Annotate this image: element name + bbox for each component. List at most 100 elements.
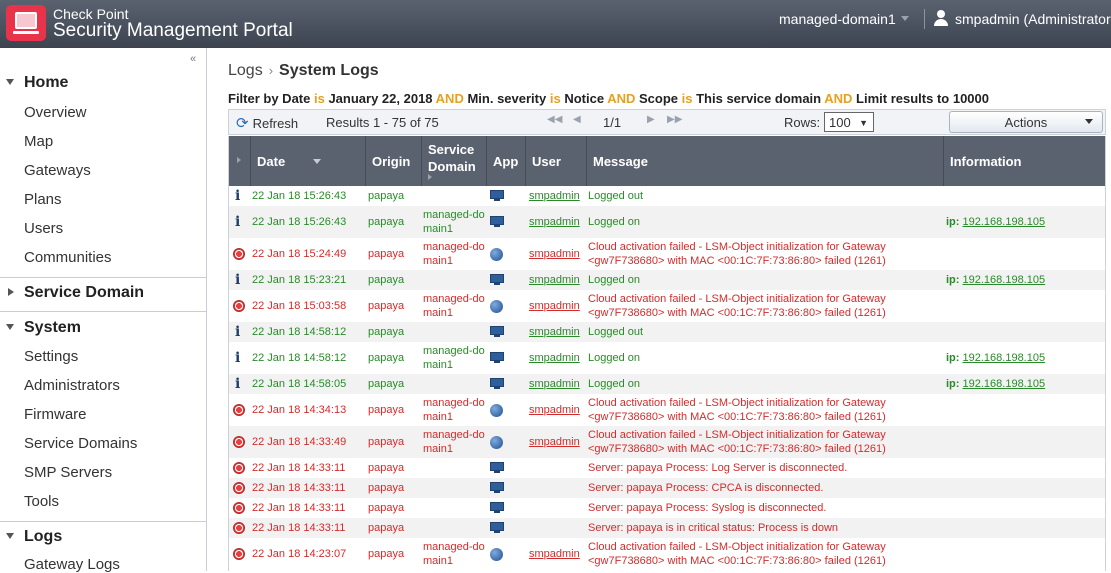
table-row[interactable]: 22 Jan 18 14:33:11 papaya Server: papaya P… (229, 498, 1105, 518)
log-message: Logged out (588, 326, 644, 338)
sidebar-section-label: System (24, 319, 81, 336)
table-row[interactable]: i 22 Jan 18 15:26:43 papaya smpadmin Logged … (229, 186, 1105, 206)
first-page-icon[interactable]: ◀◀ (547, 114, 562, 125)
table-row[interactable]: 22 Jan 18 14:34:13 papaya managed-domain1 s… (229, 394, 1105, 426)
log-origin: papaya (368, 300, 405, 312)
table-row[interactable]: i 22 Jan 18 15:26:43 papaya managed-domain1… (229, 206, 1105, 238)
log-service-domain: managed-domain1 (423, 293, 485, 319)
sidebar-item-users[interactable]: Users (24, 220, 63, 237)
log-user-link[interactable]: smpadmin (529, 351, 587, 365)
table-row[interactable]: i 22 Jan 18 14:58:12 papaya managed-domain1… (229, 342, 1105, 374)
chevron-down-icon[interactable] (901, 16, 909, 21)
expand-triangle-icon[interactable] (6, 533, 14, 539)
table-row[interactable]: 22 Jan 18 14:23:07 papaya managed-domain1 s… (229, 538, 1105, 570)
monitor-icon (490, 482, 504, 494)
expand-triangle-icon[interactable] (6, 79, 14, 85)
sidebar-item-firmware[interactable]: Firmware (24, 406, 87, 423)
breadcrumb-logs[interactable]: Logs (228, 62, 263, 79)
sidebar-item-administrators[interactable]: Administrators (24, 377, 120, 394)
table-row[interactable]: 22 Jan 18 14:33:11 papaya Server: papaya P… (229, 478, 1105, 498)
log-user-link[interactable]: smpadmin (529, 299, 587, 313)
actions-button[interactable]: Actions (949, 111, 1103, 133)
log-user-link[interactable]: smpadmin (529, 435, 587, 449)
collapse-sidebar-icon[interactable]: « (190, 53, 196, 65)
log-message: Logged out (588, 190, 644, 202)
sidebar-section-label: Logs (24, 528, 63, 545)
ip-address-link[interactable]: 192.168.198.105 (963, 352, 1046, 364)
log-message: Server: papaya Process: CPCA is disconne… (588, 482, 824, 494)
previous-page-icon[interactable]: ◀ (573, 114, 581, 125)
sidebar-item-tools[interactable]: Tools (24, 493, 59, 510)
last-page-icon[interactable]: ▶▶ (667, 114, 682, 125)
log-user-link[interactable]: smpadmin (529, 273, 587, 287)
log-origin: papaya (368, 502, 405, 514)
log-user-link[interactable]: smpadmin (529, 403, 587, 417)
column-header-message[interactable]: Message (587, 136, 944, 186)
sidebar-item-overview[interactable]: Overview (24, 104, 87, 121)
log-user-link[interactable]: smpadmin (529, 325, 587, 339)
expand-triangle-icon[interactable] (6, 324, 14, 330)
ip-label: ip: (946, 378, 960, 390)
log-date: 22 Jan 18 15:26:43 (252, 216, 347, 228)
log-origin: papaya (368, 522, 405, 534)
grid-header: Date Origin Service Domain App User Mess… (229, 136, 1105, 186)
filter-summary[interactable]: Filter by Date is January 22, 2018 AND M… (228, 91, 989, 106)
log-message: Cloud activation failed - LSM-Object ini… (588, 241, 886, 267)
log-user-link[interactable]: smpadmin (529, 247, 587, 261)
log-information: ip: 192.168.198.105 (946, 377, 1045, 391)
log-user-link[interactable]: smpadmin (529, 377, 587, 391)
log-user-link[interactable]: smpadmin (529, 215, 587, 229)
rows-select[interactable]: 100 ▼ (824, 112, 874, 132)
table-row[interactable]: 22 Jan 18 14:33:49 papaya managed-domain1 s… (229, 426, 1105, 458)
sidebar-section-home[interactable]: Home (0, 68, 206, 98)
log-origin: papaya (368, 462, 405, 474)
log-origin: papaya (368, 378, 405, 390)
sidebar-item-map[interactable]: Map (24, 133, 53, 150)
next-page-icon[interactable]: ▶ (647, 114, 655, 125)
sidebar-item-smp-servers[interactable]: SMP Servers (24, 464, 112, 481)
table-row[interactable]: 22 Jan 18 15:03:58 papaya managed-domain1 s… (229, 290, 1105, 322)
column-header-user[interactable]: User (526, 136, 587, 186)
sidebar-item-service-domains[interactable]: Service Domains (24, 435, 137, 452)
table-row[interactable]: 22 Jan 18 15:24:49 papaya managed-domain1 s… (229, 238, 1105, 270)
critical-severity-icon (233, 502, 245, 514)
table-row[interactable]: 22 Jan 18 14:33:11 papaya Server: papaya P… (229, 458, 1105, 478)
ip-address-link[interactable]: 192.168.198.105 (963, 216, 1046, 228)
monitor-icon (490, 216, 504, 228)
ip-address-link[interactable]: 192.168.198.105 (963, 274, 1046, 286)
domain-selector[interactable]: managed-domain1 (779, 10, 896, 28)
sidebar-item-communities[interactable]: Communities (24, 249, 112, 266)
sidebar-item-gateway-logs[interactable]: Gateway Logs (24, 556, 120, 573)
check-point-logo-icon[interactable] (6, 5, 46, 41)
sidebar-item-gateways[interactable]: Gateways (24, 162, 91, 179)
sidebar-item-plans[interactable]: Plans (24, 191, 62, 208)
user-menu[interactable]: smpadmin (Administrator (955, 10, 1111, 28)
log-service-domain: managed-domain1 (423, 241, 485, 267)
column-header-origin[interactable]: Origin (366, 136, 422, 186)
log-user-link[interactable]: smpadmin (529, 189, 587, 203)
table-row[interactable]: i 22 Jan 18 14:58:12 papaya smpadmin Logged … (229, 322, 1105, 342)
filter-keyword: is (549, 91, 561, 106)
column-header-severity[interactable] (229, 136, 251, 186)
filter-text: This service domain (696, 91, 822, 106)
table-row[interactable]: 22 Jan 18 14:33:11 papaya Server: papaya i… (229, 518, 1105, 538)
table-row[interactable]: i 22 Jan 18 14:58:05 papaya smpadmin Logged … (229, 374, 1105, 394)
column-header-app[interactable]: App (487, 136, 526, 186)
refresh-button[interactable]: ⟳ Refresh (236, 114, 298, 132)
log-date: 22 Jan 18 14:33:11 (252, 462, 346, 474)
log-user-link[interactable]: smpadmin (529, 547, 587, 561)
log-date: 22 Jan 18 14:23:07 (252, 548, 347, 560)
log-date: 22 Jan 18 15:26:43 (252, 190, 347, 202)
sidebar-section-logs[interactable]: Logs (0, 522, 206, 552)
column-header-information[interactable]: Information (944, 136, 1105, 186)
ip-address-link[interactable]: 192.168.198.105 (963, 378, 1046, 390)
sidebar-section-system[interactable]: System (0, 313, 206, 343)
sidebar-item-settings[interactable]: Settings (24, 348, 78, 365)
globe-icon (490, 436, 503, 449)
table-row[interactable]: i 22 Jan 18 15:23:21 papaya smpadmin Logged … (229, 270, 1105, 290)
expand-triangle-icon[interactable] (8, 288, 14, 296)
sidebar-section-service-domain[interactable]: Service Domain (0, 278, 206, 308)
info-severity-icon: i (235, 350, 241, 366)
column-header-date[interactable]: Date (251, 136, 366, 186)
refresh-icon: ⟳ (236, 115, 249, 132)
